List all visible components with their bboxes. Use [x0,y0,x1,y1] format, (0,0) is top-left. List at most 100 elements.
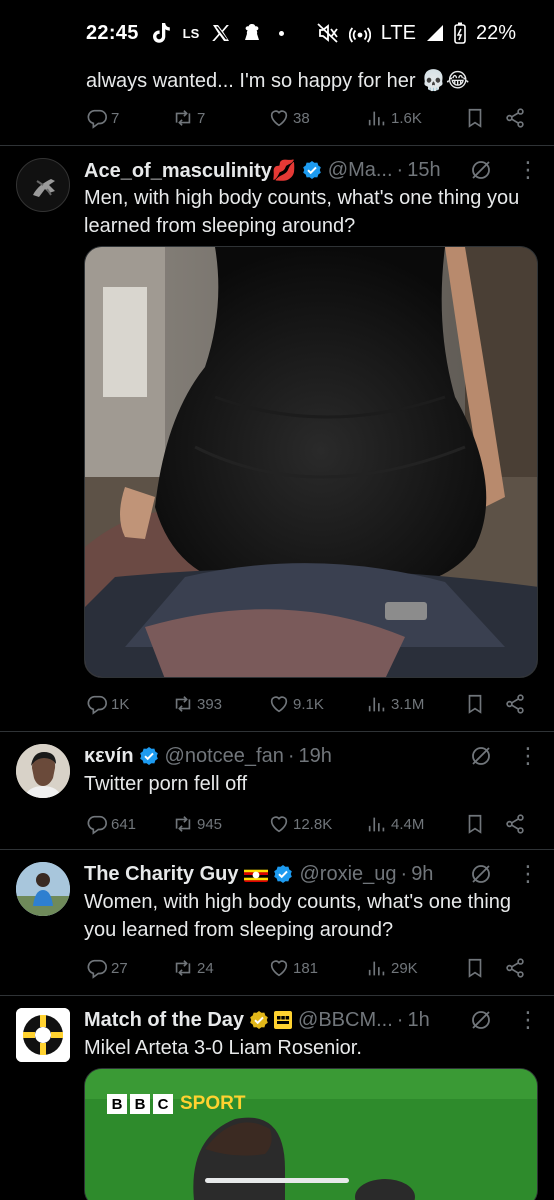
reply-button[interactable]: 641 [86,813,172,835]
tweet-actions: 27 24 181 29K [86,954,534,982]
bbc-logo-letter: B [107,1094,127,1114]
like-button[interactable]: 12.8K [268,813,366,835]
status-bar: 22:45 LS LTE 22% [0,0,554,66]
reply-count: 7 [111,109,120,127]
tweet-text: Men, with high body counts, what's one t… [84,187,520,237]
photo [85,247,537,677]
share-button[interactable] [504,957,534,979]
grok-icon[interactable] [469,1008,493,1032]
home-indicator[interactable] [205,1178,349,1183]
tweet-image[interactable] [84,246,538,678]
separator-dot: · [396,158,404,181]
share-button[interactable] [504,107,534,129]
share-button[interactable] [504,693,534,715]
mute-icon [317,23,339,43]
bookmark-icon [468,814,482,834]
bookmark-icon [468,694,482,714]
tiktok-icon [151,22,171,44]
views-button[interactable]: 1.6K [366,107,464,129]
like-count: 9.1K [293,695,324,713]
bookmark-button[interactable] [464,107,504,129]
like-button[interactable]: 181 [268,957,366,979]
author-handle[interactable]: @BBCM... [298,1009,393,1032]
retweet-icon [175,696,191,712]
author-name[interactable]: κενín [84,745,134,768]
grok-icon[interactable] [469,862,493,886]
tweet[interactable]: Match of the Day @BBCM... · 1h ⋮ Mikel A… [0,996,554,1200]
like-count: 38 [293,109,310,127]
tweet-time[interactable]: 9h [411,863,433,886]
notification-dot-icon [279,30,285,36]
tweet-header: Ace_of_masculinity💋 @Ma... · 15h [84,156,534,184]
retweet-button[interactable]: 24 [172,957,268,979]
tweet[interactable]: κενín @notcee_fan · 19h ⋮ Twitter porn f… [0,732,554,850]
reply-icon [87,815,107,835]
reply-icon [87,695,107,715]
more-options-icon[interactable]: ⋮ [516,158,540,182]
avatar[interactable] [16,862,70,916]
like-count: 181 [293,959,319,977]
author-handle[interactable]: @notcee_fan [165,745,284,768]
previous-tweet[interactable]: always wanted... I'm so happy for her 💀😂… [0,64,554,146]
bbc-logo-letter: B [130,1094,150,1114]
views-icon [368,817,385,832]
tweet-text: always wanted... I'm so happy for her 💀😂 [86,70,470,92]
bookmark-button[interactable] [464,957,504,979]
grok-icon[interactable] [469,158,493,182]
author-name[interactable]: Match of the Day [84,1009,244,1032]
separator-dot: · [287,744,295,767]
views-count: 3.1M [391,695,425,713]
share-icon [506,814,524,834]
tweet-actions: 641 945 12.8K 4.4M [86,810,534,838]
x-logo-icon [211,23,231,43]
separator-dot: · [400,862,408,885]
retweet-button[interactable]: 393 [172,693,268,715]
retweet-count: 7 [197,109,206,127]
separator-dot: · [396,1008,404,1031]
tweet-time[interactable]: 15h [407,159,440,182]
views-count: 29K [391,959,418,977]
hotspot-icon [348,23,371,43]
grok-icon[interactable] [469,744,493,768]
more-options-icon[interactable]: ⋮ [516,744,540,768]
share-button[interactable] [504,813,534,835]
avatar[interactable] [16,1008,70,1062]
tweet-time[interactable]: 1h [407,1009,429,1032]
tweet-header: Match of the Day @BBCM... · 1h [84,1006,534,1034]
status-time: 22:45 [86,21,139,44]
author-name[interactable]: The Charity Guy [84,863,238,886]
author-handle[interactable]: @Ma... [328,159,393,182]
reply-button[interactable]: 1K [86,693,172,715]
views-button[interactable]: 3.1M [366,693,464,715]
avatar[interactable] [16,744,70,798]
verified-badge-icon [273,864,293,884]
retweet-button[interactable]: 7 [172,107,268,129]
heart-icon [270,110,288,127]
author-name[interactable]: Ace_of_masculinity💋 [84,158,297,183]
tweet[interactable]: Ace_of_masculinity💋 @Ma... · 15h ⋮ Men, … [0,146,554,732]
bookmark-button[interactable] [464,693,504,715]
signal-icon [426,24,444,42]
tweet[interactable]: The Charity Guy @roxie_ug · 9h ⋮ Women, … [0,850,554,996]
retweet-icon [175,110,191,126]
reply-button[interactable]: 27 [86,957,172,979]
more-options-icon[interactable]: ⋮ [516,1008,540,1032]
reply-count: 27 [111,959,128,977]
views-icon [368,111,385,126]
bookmark-icon [468,958,482,978]
bookmark-button[interactable] [464,813,504,835]
avatar[interactable] [16,158,70,212]
views-button[interactable]: 4.4M [366,813,464,835]
more-options-icon[interactable]: ⋮ [516,862,540,886]
like-button[interactable]: 9.1K [268,693,366,715]
like-count: 12.8K [293,815,333,833]
views-count: 4.4M [391,815,425,833]
sport-label: SPORT [180,1093,246,1114]
tweet-time[interactable]: 19h [299,745,332,768]
like-button[interactable]: 38 [268,107,366,129]
retweet-button[interactable]: 945 [172,813,268,835]
views-icon [368,961,385,976]
views-button[interactable]: 29K [366,957,464,979]
author-handle[interactable]: @roxie_ug [299,863,396,886]
reply-button[interactable]: 7 [86,107,172,129]
